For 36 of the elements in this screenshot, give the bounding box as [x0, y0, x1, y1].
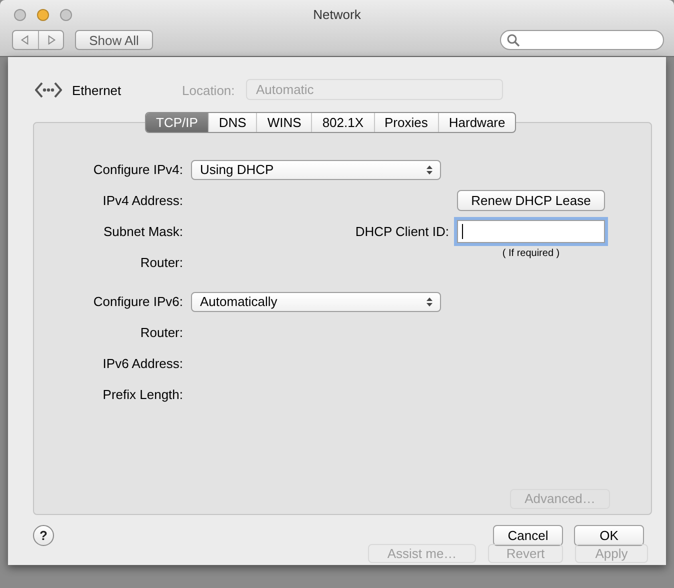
- window-control-icon[interactable]: [14, 8, 26, 20]
- search-icon: [507, 34, 520, 46]
- field-label: Router:: [140, 255, 183, 270]
- dhcp-client-id-field[interactable]: [457, 220, 605, 243]
- configure-ipv6-popup[interactable]: Automatically: [191, 292, 441, 312]
- field-label: Configure IPv6:: [93, 294, 183, 309]
- window-control-icon[interactable]: [37, 8, 49, 20]
- field-label: Router:: [140, 325, 183, 340]
- window-title: Network: [313, 7, 361, 22]
- dialog-button[interactable]: Cancel: [493, 525, 563, 546]
- tab[interactable]: Proxies: [374, 113, 438, 132]
- tab[interactable]: DNS: [208, 113, 256, 132]
- dimmed-popup: Automatic: [246, 79, 503, 100]
- field-label: Prefix Length:: [102, 387, 183, 402]
- dialog-button[interactable]: OK: [574, 525, 644, 546]
- tab[interactable]: 802.1X: [311, 113, 374, 132]
- dimmed-label: Location:: [182, 83, 235, 98]
- up-down-arrows-icon: [426, 164, 433, 174]
- window-control-icon[interactable]: [60, 8, 72, 20]
- renew-dhcp-lease-button[interactable]: Renew DHCP Lease: [457, 190, 605, 211]
- tab[interactable]: TCP/IP: [146, 113, 208, 132]
- field-label: DHCP Client ID:: [355, 224, 449, 239]
- service-name: Ethernet: [72, 82, 122, 98]
- show-all-button[interactable]: Show All: [75, 30, 153, 50]
- field-label: Configure IPv4:: [93, 162, 183, 177]
- field-label: IPv6 Address:: [102, 356, 183, 371]
- tab[interactable]: WINS: [256, 113, 312, 132]
- field-label: Subnet Mask:: [104, 224, 183, 239]
- help-button[interactable]: ?: [33, 525, 54, 546]
- search-field[interactable]: [500, 30, 664, 50]
- up-down-arrows-icon: [426, 296, 433, 306]
- field-label: IPv4 Address:: [102, 193, 183, 208]
- ethernet-icon: [35, 80, 62, 100]
- text-cursor: [462, 224, 463, 239]
- configure-ipv4-popup[interactable]: Using DHCP: [191, 160, 441, 180]
- hint-text: ( If required ): [502, 248, 560, 259]
